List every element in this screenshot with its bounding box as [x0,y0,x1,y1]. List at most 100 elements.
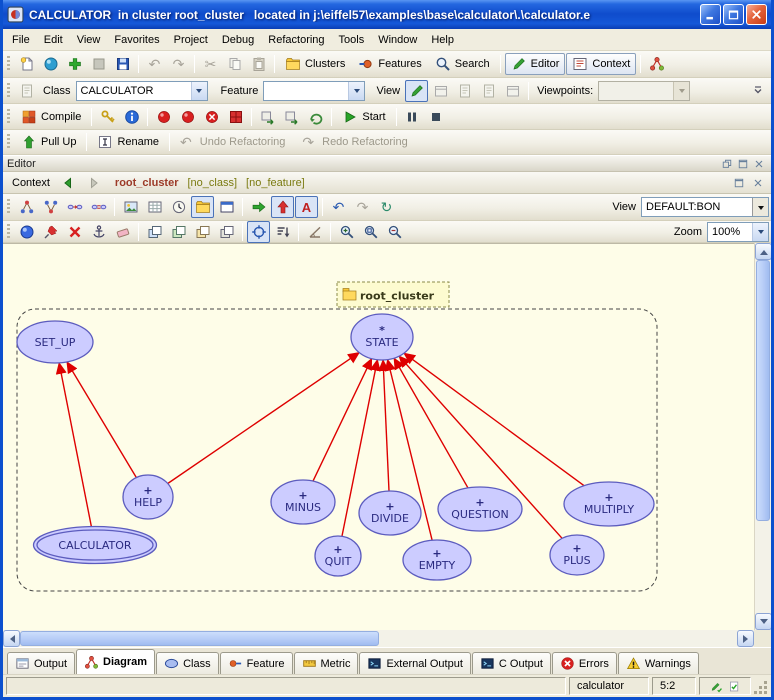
overflow-chevron-icon[interactable] [746,80,769,102]
inherit-edge-divide-state[interactable] [383,360,389,491]
step-debug-icon[interactable] [256,106,279,128]
class-node-calculator[interactable]: CALCULATOR [34,527,157,564]
pull-up-button[interactable]: Pull Up [15,131,82,153]
class-node-plus[interactable]: +PLUS [550,535,604,575]
horizontal-scrollbar[interactable] [3,630,754,647]
horizontal-scroll-thumb[interactable] [20,631,379,646]
open-file-icon[interactable] [39,53,62,75]
quick-melt-icon[interactable] [176,106,199,128]
scroll-right-button[interactable] [737,630,754,647]
tab-warnings[interactable]: Warnings [618,652,699,674]
search-button[interactable]: Search [429,53,496,75]
menu-view[interactable]: View [70,31,108,49]
menu-refactoring[interactable]: Refactoring [261,31,331,49]
refresh-icon[interactable]: ↻ [375,196,398,218]
zoom-fit-icon[interactable] [359,221,382,243]
compile-button[interactable]: Compile [15,106,87,128]
context-maximize-icon[interactable] [731,175,747,190]
context-close-icon[interactable] [750,175,766,190]
toolbar-gripper[interactable] [7,109,10,125]
tab-class[interactable]: Class [156,652,219,674]
labels-toggle-icon[interactable]: A [295,196,318,218]
history-icon[interactable] [167,196,190,218]
minimize-button[interactable] [700,4,721,25]
melt-icon[interactable] [152,106,175,128]
class-combobox[interactable]: CALCULATOR [76,81,208,101]
zoom-combobox[interactable]: 100% [707,222,769,242]
features-button[interactable]: Features [352,53,427,75]
class-node-divide[interactable]: +DIVIDE [359,491,421,535]
context-cluster-link[interactable]: root_cluster [115,177,179,189]
menu-window[interactable]: Window [371,31,424,49]
menu-project[interactable]: Project [167,31,215,49]
class-node-multiply[interactable]: +MULTIPLY [564,482,654,526]
delete-cross-icon[interactable] [63,221,86,243]
tab-diagram[interactable]: Diagram [76,649,155,674]
depth-arrow-icon[interactable] [271,196,294,218]
context-toggle-button[interactable]: Context [566,53,636,75]
scroll-up-button[interactable] [755,243,772,260]
angle-icon[interactable] [303,221,326,243]
menu-favorites[interactable]: Favorites [107,31,166,49]
toolbar-gripper[interactable] [7,83,10,99]
start-button[interactable]: Start [336,106,391,128]
eraser-icon[interactable] [111,221,134,243]
titlebar[interactable]: CALCULATOR in cluster root_cluster locat… [3,0,771,29]
menu-help[interactable]: Help [424,31,461,49]
close-button[interactable] [746,4,767,25]
tab-feature[interactable]: Feature [220,652,293,674]
layer-green-icon[interactable] [167,221,190,243]
toolbar-gripper[interactable] [7,224,10,240]
class-combobox-arrow[interactable] [191,82,207,100]
class-node-minus[interactable]: +MINUS [271,480,335,524]
vertical-scroll-thumb[interactable] [756,260,770,521]
finalize-keys-icon[interactable] [96,106,119,128]
panel-maximize-icon[interactable] [735,156,751,171]
sort-icon[interactable] [271,221,294,243]
menu-tools[interactable]: Tools [332,31,372,49]
inherit-edge-minus-state[interactable] [313,359,372,481]
step-out-icon[interactable] [280,106,303,128]
layer-yellow-icon[interactable] [191,221,214,243]
tab-external-output[interactable]: External Output [359,652,470,674]
scroll-down-button[interactable] [755,613,772,630]
project-info-icon[interactable] [120,106,143,128]
horizontal-scroll-track[interactable] [20,630,737,647]
panel-restore-icon[interactable] [719,156,735,171]
zoom-in-icon[interactable] [335,221,358,243]
class-node-set_up[interactable]: SET_UP [17,321,93,363]
class-node-help[interactable]: +HELP [123,475,173,519]
editor-toggle-button[interactable]: Editor [505,53,566,75]
class-hierarchy-icon[interactable] [15,196,38,218]
menu-debug[interactable]: Debug [215,31,261,49]
inherit-edge-multiply-state[interactable] [404,353,584,485]
resize-grip[interactable] [754,681,768,695]
menu-file[interactable]: File [5,31,37,49]
vertical-scroll-track[interactable] [755,260,771,613]
diagram-undo-icon[interactable]: ↶ [327,196,350,218]
diagram-view-combobox[interactable]: DEFAULT:BON [641,197,769,217]
grid-layout-icon[interactable] [143,196,166,218]
stop-button[interactable] [425,106,448,128]
diagram-tool-icon[interactable] [645,53,668,75]
toolbar-gripper[interactable] [7,56,10,72]
ignore-breakpoints-icon[interactable] [304,106,327,128]
toolbar-gripper[interactable] [7,199,10,215]
export-diagram-icon[interactable] [119,196,142,218]
text-view-pencil-icon[interactable] [405,80,428,102]
class-node-state[interactable]: *STATE [351,314,413,360]
cluster-label-root_cluster[interactable]: root_cluster [337,282,449,307]
tab-metric[interactable]: Metric [294,652,359,674]
anchor-icon[interactable] [87,221,110,243]
add-item-icon[interactable] [63,53,86,75]
pause-button[interactable] [401,106,424,128]
toolbar-gripper[interactable] [7,134,10,150]
centers-sphere-icon[interactable] [15,221,38,243]
zoom-out-icon[interactable] [383,221,406,243]
inherit-edge-calculator-set_up[interactable] [59,363,92,530]
scroll-left-button[interactable] [3,630,20,647]
freeze-icon[interactable] [224,106,247,128]
layer-plain-icon[interactable] [215,221,238,243]
class-node-empty[interactable]: +EMPTY [403,540,471,580]
class-node-question[interactable]: +QUESTION [438,487,522,531]
